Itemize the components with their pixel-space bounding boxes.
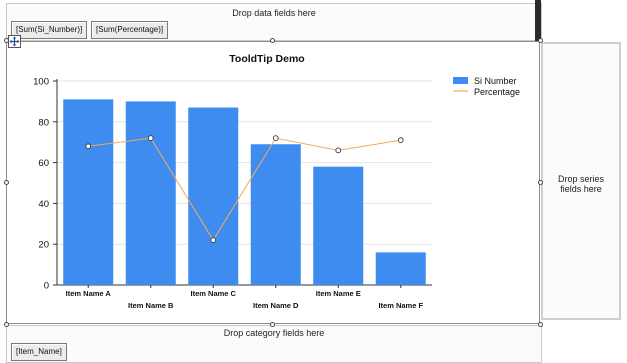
chart-title: TooldTip Demo xyxy=(229,53,304,65)
legend-label-si-number: Si Number xyxy=(474,76,517,86)
field-sum-si-number[interactable]: [Sum(Si_Number)] xyxy=(11,21,88,39)
data-fields-drop-zone[interactable]: Drop data fields here [Sum(Si_Number)] [… xyxy=(6,3,542,41)
bar-si-number xyxy=(313,166,364,285)
x-tick-label: Item Name A xyxy=(66,289,112,298)
series-fields-drop-zone[interactable]: Drop series fields here xyxy=(541,42,621,320)
y-tick-label: 60 xyxy=(38,158,49,169)
bar-si-number xyxy=(63,99,114,285)
data-fields-hint: Drop data fields here xyxy=(232,8,316,18)
bar-si-number xyxy=(188,107,239,286)
y-tick-label: 80 xyxy=(38,117,49,128)
point-percentage xyxy=(85,143,92,150)
resize-handle-bottom[interactable] xyxy=(270,322,275,327)
chart-svg: TooldTip Demo 0 20 40 60 80 100 Item Name A Item… xyxy=(33,53,520,310)
resize-handle-left[interactable] xyxy=(4,180,9,185)
y-tick-label: 20 xyxy=(38,240,49,251)
category-fields-hint: Drop category fields here xyxy=(223,328,325,338)
point-percentage xyxy=(147,135,154,141)
series-fields-hint: Drop series fields here xyxy=(557,174,604,194)
move-handle-icon[interactable] xyxy=(8,35,21,48)
y-tick-label: 40 xyxy=(38,199,49,210)
x-tick-label: Item Name D xyxy=(253,301,299,310)
bar-si-number xyxy=(375,252,426,285)
point-percentage xyxy=(335,147,342,154)
vertical-scrollbar[interactable] xyxy=(535,0,541,41)
chart-area[interactable]: TooldTip Demo 0 20 40 60 80 100 Item Name A Item… xyxy=(6,41,540,324)
x-tick-label: Item Name F xyxy=(378,301,423,310)
resize-handle-right[interactable] xyxy=(538,180,543,185)
resize-handle-top-right[interactable] xyxy=(538,38,543,43)
legend-label-percentage: Percentage xyxy=(474,87,520,97)
category-fields-drop-zone[interactable]: Drop category fields here [Item_Name] xyxy=(6,325,542,363)
resize-handle-bottom-left[interactable] xyxy=(4,322,9,327)
legend-swatch-si-number xyxy=(453,77,468,84)
resize-handle-top[interactable] xyxy=(270,38,275,43)
resize-handle-bottom-right[interactable] xyxy=(538,322,543,327)
x-tick-label: Item Name B xyxy=(128,301,174,310)
x-tick-label: Item Name E xyxy=(316,289,361,298)
y-tick-label: 0 xyxy=(44,281,49,292)
x-tick-label: Item Name C xyxy=(191,289,237,298)
point-percentage xyxy=(397,137,404,144)
point-percentage xyxy=(210,237,217,243)
field-item-name[interactable]: [Item_Name] xyxy=(11,343,67,361)
bar-si-number xyxy=(125,101,176,286)
bar-si-number xyxy=(250,144,301,285)
field-sum-percentage[interactable]: [Sum(Percentage)] xyxy=(91,21,169,39)
y-tick-label: 100 xyxy=(33,77,49,88)
point-percentage xyxy=(272,135,279,141)
